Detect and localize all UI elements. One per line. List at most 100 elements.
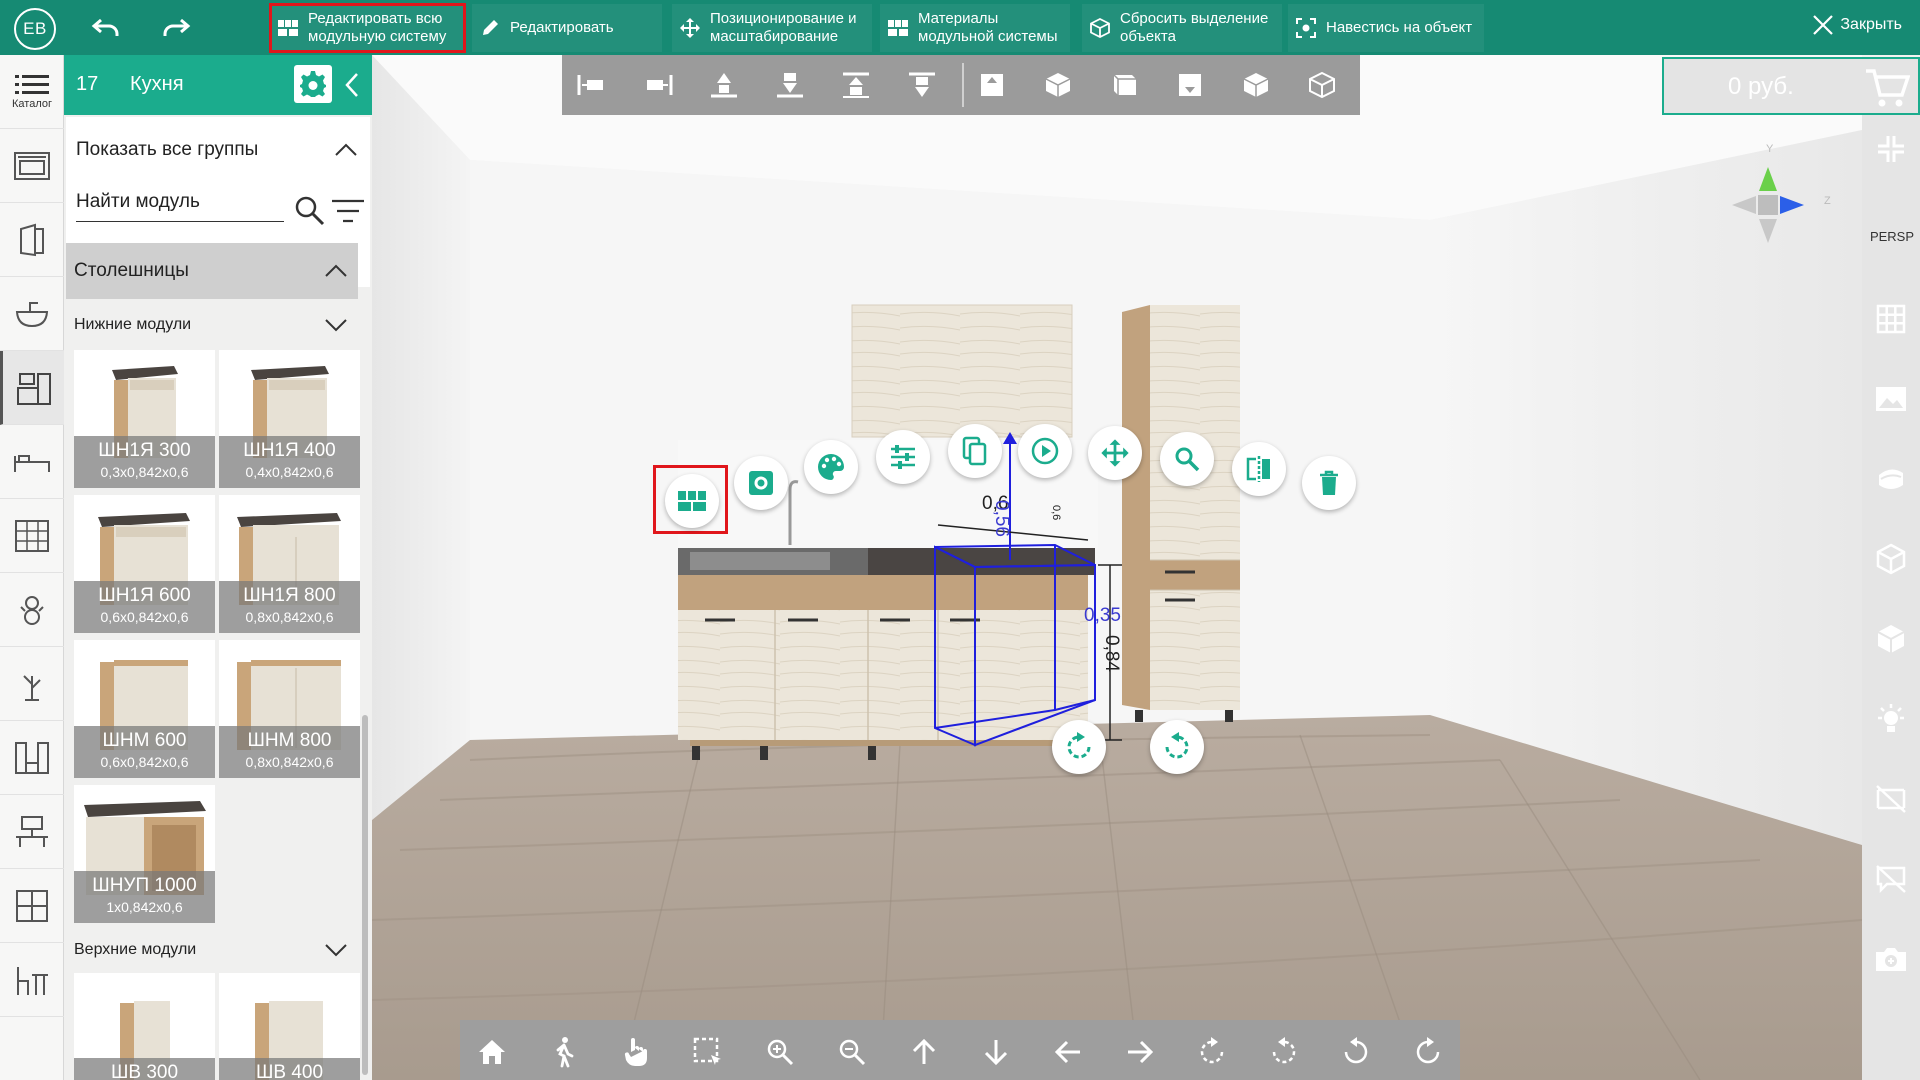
object-settings-fab[interactable] — [734, 456, 788, 510]
section-upper-modules[interactable]: Верхние модули — [66, 930, 358, 970]
align-bottom-button[interactable] — [704, 65, 744, 105]
chevron-up-icon[interactable] — [334, 143, 358, 157]
module-tile[interactable]: ШНМ 800 0,8x0,842x0,6 — [219, 640, 360, 778]
chevron-left-icon — [345, 72, 359, 98]
section-lower-modules[interactable]: Нижние модули — [66, 305, 358, 345]
category-office[interactable] — [0, 795, 64, 869]
wireframe-view-button[interactable] — [1862, 525, 1920, 593]
category-doors[interactable] — [0, 203, 64, 277]
texture-button[interactable] — [1862, 445, 1920, 513]
panel-settings-button[interactable] — [294, 65, 332, 103]
rotate-ccw-fab[interactable] — [1150, 720, 1204, 774]
category-living[interactable] — [0, 721, 64, 795]
orbit-down-button[interactable] — [1192, 1032, 1232, 1072]
module-tile[interactable]: ШВ 300 — [74, 973, 215, 1080]
lighting-button[interactable] — [1862, 685, 1920, 753]
modular-materials-button[interactable]: Материалы модульной системы — [880, 4, 1070, 52]
panel-scrollbar[interactable] — [362, 715, 368, 1075]
drop-down-button[interactable] — [770, 65, 810, 105]
move-fab[interactable] — [1088, 426, 1142, 480]
move-right-button[interactable] — [1120, 1032, 1160, 1072]
mirror-fab[interactable] — [1232, 442, 1286, 496]
align-top-button[interactable] — [902, 65, 942, 105]
module-tile[interactable]: ШНУП 1000 1x0,842x0,6 — [74, 785, 215, 923]
home-view-button[interactable] — [472, 1032, 512, 1072]
module-tile[interactable]: ШН1Я 300 0,3x0,842x0,6 — [74, 350, 215, 488]
wallpaper-button[interactable] — [1862, 365, 1920, 433]
stack-up-button[interactable] — [836, 65, 876, 105]
perspective-toggle[interactable]: PERSP — [1864, 229, 1920, 244]
category-bedroom[interactable] — [0, 425, 64, 499]
focus-object-button[interactable]: Навестись на объект — [1288, 4, 1484, 52]
filter-icon[interactable] — [332, 199, 364, 225]
screenshot-button[interactable] — [1862, 925, 1920, 993]
search-icon[interactable] — [294, 195, 326, 227]
zoom-out-button[interactable] — [832, 1032, 872, 1072]
catalog-button[interactable]: Каталог — [0, 55, 64, 129]
select-area-button[interactable] — [688, 1032, 728, 1072]
category-wardrobes[interactable] — [0, 869, 64, 943]
color-palette-fab[interactable] — [804, 440, 858, 494]
grid-toggle[interactable] — [1862, 285, 1920, 353]
animate-fab[interactable] — [1018, 424, 1072, 478]
module-tile[interactable]: ШН1Я 800 0,8x0,842x0,6 — [219, 495, 360, 633]
modular-system-icon — [677, 489, 707, 513]
move-forward-button[interactable] — [904, 1032, 944, 1072]
module-tile[interactable]: ШВ 400 — [219, 973, 360, 1080]
zoom-in-button[interactable] — [760, 1032, 800, 1072]
delete-fab[interactable] — [1302, 456, 1356, 510]
category-storage[interactable] — [0, 499, 64, 573]
rotate-left-button[interactable] — [1336, 1032, 1376, 1072]
move-left-button[interactable] — [1048, 1032, 1088, 1072]
collapse-view-button[interactable] — [1862, 115, 1920, 183]
modular-system-fab[interactable] — [665, 474, 719, 528]
edit-button[interactable]: Редактировать — [472, 4, 662, 52]
align-left-button[interactable] — [572, 65, 612, 105]
align-right-button[interactable] — [638, 65, 678, 105]
walk-mode-button[interactable] — [544, 1032, 584, 1072]
price-display[interactable]: 0 руб. — [1662, 57, 1920, 115]
user-avatar[interactable]: EB — [14, 8, 56, 50]
category-bathroom[interactable] — [0, 277, 64, 351]
show-all-groups-label[interactable]: Показать все группы — [76, 139, 258, 161]
close-button[interactable]: Закрыть — [1812, 14, 1902, 36]
category-appliances[interactable] — [0, 129, 64, 203]
properties-fab[interactable] — [876, 430, 930, 484]
rotate-right-button[interactable] — [1408, 1032, 1448, 1072]
labels-toggle[interactable] — [1862, 845, 1920, 913]
move-back-button[interactable] — [976, 1032, 1016, 1072]
view-front-button[interactable] — [1170, 65, 1210, 105]
category-decor[interactable] — [0, 647, 64, 721]
edit-all-modular-button[interactable]: Редактировать всю модульную систему — [269, 3, 466, 53]
view-left-button[interactable] — [1038, 65, 1078, 105]
undo-icon[interactable] — [90, 12, 122, 44]
modular-system-icon — [276, 16, 300, 40]
category-kids[interactable] — [0, 573, 64, 647]
orbit-up-button[interactable] — [1264, 1032, 1304, 1072]
duplicate-fab[interactable] — [948, 424, 1002, 478]
category-dining[interactable] — [0, 943, 64, 1017]
solid-view-button[interactable] — [1862, 605, 1920, 673]
gear-icon — [299, 70, 327, 98]
position-scale-button[interactable]: Позиционирование и масштабирование — [672, 4, 872, 52]
stack-up-icon — [841, 71, 871, 99]
reset-selection-button[interactable]: Сбросить выделение объекта — [1082, 4, 1282, 52]
view-right-button[interactable] — [1104, 65, 1144, 105]
rotate-cw-fab[interactable] — [1052, 720, 1106, 774]
module-tile[interactable]: ШНМ 600 0,6x0,842x0,6 — [74, 640, 215, 778]
dimensions-toggle[interactable] — [1862, 765, 1920, 833]
view-wireframe-button[interactable] — [1302, 65, 1342, 105]
zoom-to-object-fab[interactable] — [1160, 432, 1214, 486]
3d-viewport[interactable]: 0,6 0,56 0,6 0,35 0,84 Y Z — [372, 55, 1862, 1080]
module-tile[interactable]: ШН1Я 600 0,6x0,842x0,6 — [74, 495, 215, 633]
collapse-panel-button[interactable] — [340, 69, 364, 101]
view-top-button[interactable] — [972, 65, 1012, 105]
module-tile[interactable]: ШН1Я 400 0,4x0,842x0,6 — [219, 350, 360, 488]
module-search-input[interactable] — [76, 187, 284, 222]
view-iso-button[interactable] — [1236, 65, 1276, 105]
room-scene — [372, 55, 1862, 1080]
redo-icon[interactable] — [160, 12, 192, 44]
pan-mode-button[interactable] — [616, 1032, 656, 1072]
category-kitchen[interactable] — [0, 351, 64, 425]
section-countertops[interactable]: Столешницы — [66, 243, 358, 299]
